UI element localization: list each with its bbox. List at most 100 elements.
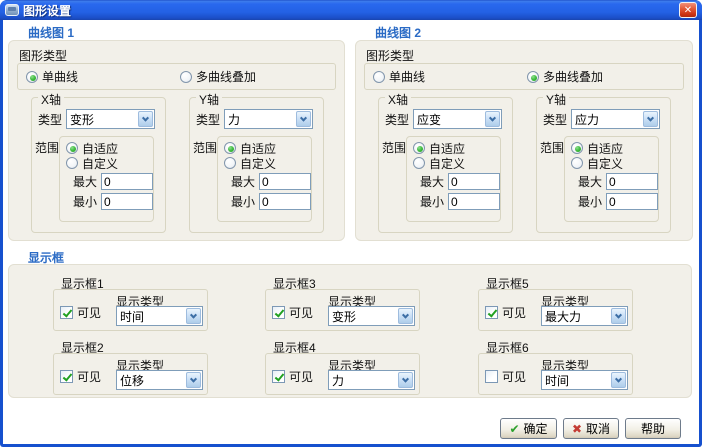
ok-button[interactable]: ✔ 确定 (500, 418, 557, 439)
axis-type-row: 类型 力 (196, 109, 313, 129)
min-row: 最小 (578, 193, 654, 210)
app-icon (5, 4, 19, 16)
display-box-label: 显示框1 (61, 275, 209, 287)
range-box: 自适应 自定义 最大 最小 (564, 136, 659, 222)
visible-checkbox[interactable]: 可见 (60, 368, 101, 385)
radio-multi-curve[interactable]: 多曲线叠加 (180, 68, 256, 85)
axis-type-row: 类型 应变 (385, 109, 502, 129)
select-value: 应变 (414, 111, 484, 128)
display-type-select[interactable]: 时间 (116, 306, 203, 326)
visible-checkbox[interactable]: 可见 (485, 368, 526, 385)
min-input[interactable] (101, 193, 153, 210)
curve-chart-2-container: 图形类型 单曲线 多曲线叠加 X轴 类型 应变 (355, 40, 693, 241)
chevron-down-icon[interactable] (186, 372, 201, 388)
range-label: 范围 (193, 139, 217, 156)
dialog-client-area: 曲线图 1 图形类型 单曲线 多曲线叠加 X轴 类型 变形 (3, 20, 699, 444)
display-box-label: 显示框6 (486, 339, 634, 351)
chevron-down-icon[interactable] (485, 111, 500, 127)
x-axis-type-select[interactable]: 应变 (413, 109, 502, 129)
max-label: 最大 (578, 173, 603, 190)
visible-checkbox[interactable]: 可见 (272, 368, 313, 385)
display-type-select[interactable]: 最大力 (541, 306, 628, 326)
chevron-down-icon[interactable] (611, 308, 626, 324)
max-input[interactable] (606, 173, 658, 190)
radio-multi-curve[interactable]: 多曲线叠加 (527, 68, 603, 85)
radio-label: 自定义 (429, 155, 465, 172)
radio-adaptive[interactable]: 自适应 (571, 141, 658, 155)
max-input[interactable] (101, 173, 153, 190)
max-input[interactable] (259, 173, 311, 190)
visible-label: 可见 (289, 304, 313, 321)
chevron-down-icon[interactable] (186, 308, 201, 324)
min-row: 最小 (420, 193, 496, 210)
visible-checkbox[interactable]: 可见 (272, 304, 313, 321)
visible-label: 可见 (77, 368, 101, 385)
chevron-down-icon[interactable] (643, 111, 658, 127)
min-label: 最小 (231, 193, 256, 210)
display-column-1: 显示框1 可见 显示类型 时间 显示框2 可见 (53, 275, 209, 403)
range-label: 范围 (540, 139, 564, 156)
axis-caption: Y轴 (543, 91, 569, 108)
y-axis-group: Y轴 类型 应力 范围 自适应 自定义 (536, 97, 671, 233)
radio-single-curve[interactable]: 单曲线 (373, 68, 425, 85)
max-label: 最大 (231, 173, 256, 190)
type-label: 类型 (196, 111, 220, 128)
display-box-label: 显示框5 (486, 275, 634, 287)
min-input[interactable] (606, 193, 658, 210)
radio-label: 自定义 (82, 155, 118, 172)
display-type-select[interactable]: 位移 (116, 370, 203, 390)
y-axis-type-select[interactable]: 力 (224, 109, 313, 129)
radio-icon (527, 71, 539, 83)
type-label: 类型 (38, 111, 62, 128)
select-value: 时间 (542, 372, 610, 389)
display-type-select[interactable]: 力 (328, 370, 415, 390)
chevron-down-icon[interactable] (296, 111, 311, 127)
radio-adaptive[interactable]: 自适应 (413, 141, 500, 155)
radio-custom[interactable]: 自定义 (571, 156, 658, 170)
y-axis-type-select[interactable]: 应力 (571, 109, 660, 129)
visible-checkbox[interactable]: 可见 (485, 304, 526, 321)
curve-chart-2-header: 曲线图 2 (375, 24, 421, 41)
display-section-container: 显示框1 可见 显示类型 时间 显示框2 可见 (8, 264, 692, 398)
min-row: 最小 (231, 193, 307, 210)
min-input[interactable] (448, 193, 500, 210)
display-type-select[interactable]: 变形 (328, 306, 415, 326)
radio-label: 自定义 (587, 155, 623, 172)
checkbox-icon (272, 370, 285, 383)
checkbox-icon (60, 370, 73, 383)
select-value: 变形 (67, 111, 137, 128)
max-label: 最大 (73, 173, 98, 190)
visible-checkbox[interactable]: 可见 (60, 304, 101, 321)
radio-icon (26, 71, 38, 83)
display-type-select[interactable]: 时间 (541, 370, 628, 390)
max-input[interactable] (448, 173, 500, 190)
visible-label: 可见 (77, 304, 101, 321)
radio-custom[interactable]: 自定义 (224, 156, 311, 170)
chevron-down-icon[interactable] (138, 111, 153, 127)
display-box-label: 显示框2 (61, 339, 209, 351)
help-button[interactable]: 帮助 (625, 418, 681, 439)
radio-single-curve[interactable]: 单曲线 (26, 68, 78, 85)
chevron-down-icon[interactable] (611, 372, 626, 388)
min-row: 最小 (73, 193, 149, 210)
radio-custom[interactable]: 自定义 (66, 156, 153, 170)
radio-icon (224, 142, 236, 154)
select-value: 变形 (329, 308, 397, 325)
select-value: 应力 (572, 111, 642, 128)
type-label: 类型 (543, 111, 567, 128)
cancel-button[interactable]: ✖ 取消 (563, 418, 619, 439)
close-button[interactable]: ✕ (679, 2, 697, 18)
chevron-down-icon[interactable] (398, 372, 413, 388)
radio-icon (373, 71, 385, 83)
chevron-down-icon[interactable] (398, 308, 413, 324)
display-column-3: 显示框5 可见 显示类型 最大力 显示框6 可见 (478, 275, 634, 403)
radio-adaptive[interactable]: 自适应 (66, 141, 153, 155)
radio-custom[interactable]: 自定义 (413, 156, 500, 170)
radio-icon (413, 142, 425, 154)
radio-label: 单曲线 (389, 68, 425, 85)
radio-adaptive[interactable]: 自适应 (224, 141, 311, 155)
x-axis-type-select[interactable]: 变形 (66, 109, 155, 129)
min-input[interactable] (259, 193, 311, 210)
max-row: 最大 (73, 173, 149, 190)
graph-type-label: 图形类型 (366, 47, 414, 64)
